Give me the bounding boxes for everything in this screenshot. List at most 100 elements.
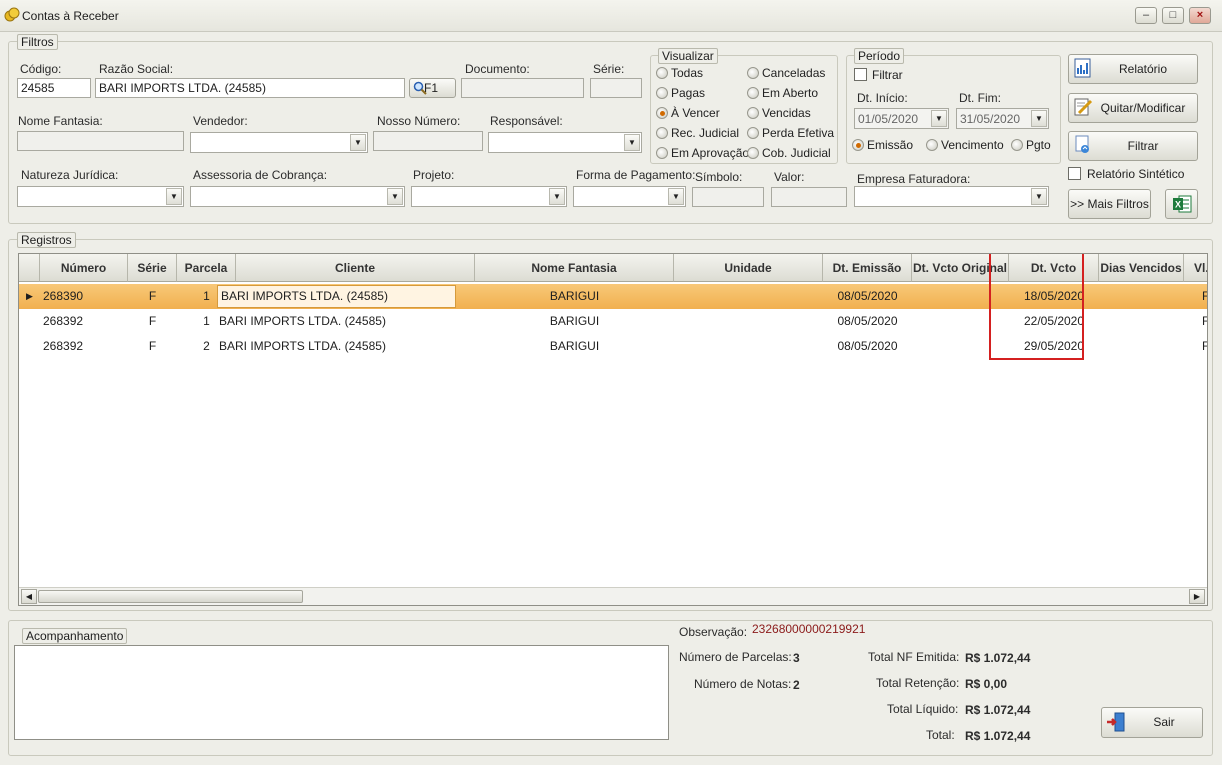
total-value: R$ 1.072,44	[965, 729, 1031, 743]
radio-pagas[interactable]	[656, 87, 668, 99]
num-parcelas-label: Número de Parcelas:	[679, 650, 792, 664]
mais-filtros-button[interactable]: >> Mais Filtros	[1068, 189, 1151, 219]
radio-vencimento-label[interactable]: Vencimento	[941, 138, 1004, 152]
horizontal-scrollbar[interactable]: ◀ ▶	[19, 587, 1207, 605]
acompanhamento-legend: Acompanhamento	[22, 628, 128, 644]
excel-export-button[interactable]: X	[1165, 189, 1198, 219]
relatorio-sintetico-label[interactable]: Relatório Sintético	[1087, 167, 1184, 181]
vendedor-select[interactable]: ▼	[190, 132, 368, 153]
dt-inicio-picker[interactable]: 01/05/2020 ▼	[854, 108, 949, 129]
filtrar-button[interactable]: Filtrar	[1068, 131, 1198, 161]
relatorio-sintetico-checkbox[interactable]	[1068, 167, 1081, 180]
filtrar-periodo-checkbox[interactable]	[854, 68, 867, 81]
nome-fantasia-input[interactable]	[17, 131, 184, 151]
radio-todas[interactable]	[656, 67, 668, 79]
dt-fim-picker[interactable]: 31/05/2020 ▼	[956, 108, 1049, 129]
responsavel-select[interactable]: ▼	[488, 132, 642, 153]
search-razao-button[interactable]: F1	[409, 78, 456, 98]
quitar-modificar-button[interactable]: Quitar/Modificar	[1068, 93, 1198, 123]
empresa-select[interactable]: ▼	[854, 186, 1049, 207]
radio-a-vencer[interactable]	[656, 107, 668, 119]
assessoria-select[interactable]: ▼	[190, 186, 405, 207]
radio-em-aprovacao-label[interactable]: Em Aprovação	[671, 146, 749, 160]
radio-em-aberto[interactable]	[747, 87, 759, 99]
radio-perda-efetiva-label[interactable]: Perda Efetiva	[762, 126, 834, 140]
scroll-thumb[interactable]	[38, 590, 303, 603]
radio-rec-judicial[interactable]	[656, 127, 668, 139]
col-header-nome-fantasia[interactable]: Nome Fantasia	[475, 254, 674, 282]
maximize-button[interactable]: □	[1162, 7, 1184, 24]
chevron-down-icon[interactable]: ▼	[350, 134, 366, 151]
filtrar-periodo-label[interactable]: Filtrar	[872, 68, 903, 82]
radio-pagas-label[interactable]: Pagas	[671, 86, 705, 100]
natureza-select[interactable]: ▼	[17, 186, 184, 207]
svg-text:X: X	[1175, 200, 1181, 210]
chevron-down-icon[interactable]: ▼	[668, 188, 684, 205]
radio-pgto[interactable]	[1011, 139, 1023, 151]
registros-grid[interactable]: Número Série Parcela Cliente Nome Fantas…	[18, 253, 1208, 606]
chevron-down-icon[interactable]: ▼	[931, 110, 947, 127]
col-header-dias-vencidos[interactable]: Dias Vencidos	[1099, 254, 1184, 282]
chevron-down-icon[interactable]: ▼	[624, 134, 640, 151]
simbolo-label: Símbolo:	[695, 170, 743, 184]
radio-pgto-label[interactable]: Pgto	[1026, 138, 1051, 152]
app-coins-icon	[4, 7, 20, 22]
radio-cob-judicial-label[interactable]: Cob. Judicial	[762, 146, 831, 160]
projeto-select[interactable]: ▼	[411, 186, 567, 207]
radio-todas-label[interactable]: Todas	[671, 66, 703, 80]
chevron-down-icon[interactable]: ▼	[387, 188, 403, 205]
radio-em-aberto-label[interactable]: Em Aberto	[762, 86, 818, 100]
valor-input[interactable]	[771, 187, 847, 207]
natureza-label: Natureza Jurídica:	[21, 168, 119, 182]
cell-vl-total: F	[1202, 309, 1207, 334]
radio-vencidas-label[interactable]: Vencidas	[762, 106, 811, 120]
col-header-dt-emissao[interactable]: Dt. Emissão	[823, 254, 912, 282]
minimize-button[interactable]: –	[1135, 7, 1157, 24]
col-header-unidade[interactable]: Unidade	[674, 254, 823, 282]
radio-vencimento[interactable]	[926, 139, 938, 151]
radio-canceladas-label[interactable]: Canceladas	[762, 66, 825, 80]
scroll-left-arrow-icon[interactable]: ◀	[21, 589, 37, 604]
relatorio-label: Relatório	[1118, 62, 1168, 76]
radio-em-aprovacao[interactable]	[656, 147, 668, 159]
nosso-numero-input[interactable]	[373, 131, 483, 151]
serie-input[interactable]	[590, 78, 642, 98]
radio-emissao-label[interactable]: Emissão	[867, 138, 913, 152]
filtros-legend: Filtros	[17, 34, 58, 50]
radio-rec-judicial-label[interactable]: Rec. Judicial	[671, 126, 739, 140]
col-header-serie[interactable]: Série	[128, 254, 177, 282]
scroll-right-arrow-icon[interactable]: ▶	[1189, 589, 1205, 604]
acompanhamento-textarea[interactable]	[14, 645, 669, 740]
close-button[interactable]: ×	[1189, 7, 1211, 24]
chevron-down-icon[interactable]: ▼	[1031, 110, 1047, 127]
cell-dt-emissao: 08/05/2020	[837, 289, 898, 303]
total-retencao-value: R$ 0,00	[965, 677, 1008, 691]
cell-cliente-focused[interactable]: BARI IMPORTS LTDA. (24585)	[217, 285, 456, 308]
sair-button[interactable]: Sair	[1101, 707, 1203, 738]
col-header-parcela[interactable]: Parcela	[177, 254, 236, 282]
simbolo-input[interactable]	[692, 187, 764, 207]
col-header-numero[interactable]: Número	[40, 254, 128, 282]
col-header-cliente[interactable]: Cliente	[236, 254, 475, 282]
radio-canceladas[interactable]	[747, 67, 759, 79]
chevron-down-icon[interactable]: ▼	[166, 188, 182, 205]
empresa-label: Empresa Faturadora:	[857, 172, 971, 186]
radio-perda-efetiva[interactable]	[747, 127, 759, 139]
forma-pagamento-select[interactable]: ▼	[573, 186, 686, 207]
chevron-down-icon[interactable]: ▼	[1031, 188, 1047, 205]
radio-cob-judicial[interactable]	[747, 147, 759, 159]
dt-vcto-highlight-box	[989, 254, 1084, 360]
edit-document-icon	[1074, 98, 1093, 116]
codigo-input[interactable]: 24585	[17, 78, 91, 98]
chevron-down-icon[interactable]: ▼	[549, 188, 565, 205]
total-nf-label: Total NF Emitida:	[868, 650, 960, 664]
relatorio-button[interactable]: Relatório	[1068, 54, 1198, 84]
radio-emissao[interactable]	[852, 139, 864, 151]
radio-vencidas[interactable]	[747, 107, 759, 119]
radio-a-vencer-label[interactable]: À Vencer	[671, 106, 720, 120]
documento-input[interactable]	[461, 78, 584, 98]
razao-social-input[interactable]: BARI IMPORTS LTDA. (24585)	[95, 78, 405, 98]
sair-label: Sair	[1153, 715, 1175, 729]
col-header-vl-total[interactable]: Vl. To	[1184, 254, 1207, 282]
cell-vl-total: F	[1202, 334, 1207, 359]
